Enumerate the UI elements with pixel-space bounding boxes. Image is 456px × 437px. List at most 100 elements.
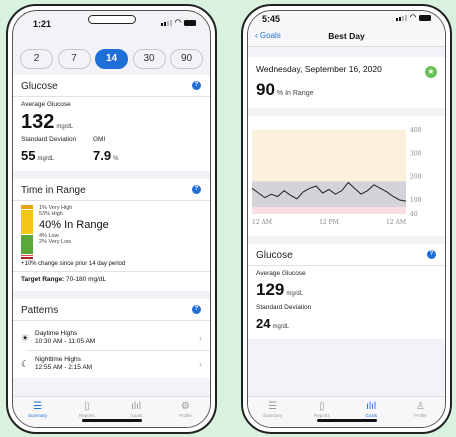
gmi-label: GMI (93, 136, 106, 143)
document-icon: ▯ (84, 401, 90, 412)
list-icon: ☰ (268, 401, 278, 412)
person-icon: ♙ (415, 401, 425, 412)
battery-icon (419, 15, 431, 21)
info-icon[interactable]: ? (427, 250, 436, 259)
info-icon[interactable]: ? (192, 185, 201, 194)
tab-profile[interactable]: ⚙ Profile (169, 401, 201, 427)
sd-value: 24 (256, 316, 271, 331)
glucose-card: Glucose ? Average Glucose 129 mg/dL Stand… (248, 244, 445, 339)
tir-stacked-bar (21, 205, 33, 259)
best-day-date: Wednesday, September 16, 2020 (256, 64, 382, 74)
range-2[interactable]: 2 (20, 49, 53, 69)
sd-label: Standard Deviation (21, 136, 77, 143)
tab-reports[interactable]: ▯ Reports (306, 401, 338, 427)
range-90[interactable]: 90 (170, 49, 203, 69)
status-time: 1:21 (33, 19, 52, 29)
chevron-right-icon: › (199, 333, 202, 343)
tab-bar: ☰ Summary ▯ Reports ılıl Goals ⚙ Profile (13, 396, 210, 427)
range-7[interactable]: 7 (57, 49, 91, 69)
range-30[interactable]: 30 (132, 49, 166, 69)
y-tick-label: 300 (410, 150, 422, 157)
chevron-right-icon: › (199, 359, 202, 369)
tir-change: +10% change since prior 14 day period (21, 261, 126, 267)
list-icon: ☰ (33, 401, 43, 412)
gmi-unit: % (113, 156, 119, 162)
gmi-value: 7.9 (93, 148, 112, 163)
x-tick-label: 12 AM (386, 219, 406, 226)
high-band (252, 130, 406, 182)
time-in-range-card: Time in Range ? 1% Very High 53% High 40… (13, 179, 210, 291)
glucose-title: Glucose (256, 250, 293, 261)
cell-signal-icon (395, 15, 407, 21)
phone-summary: 1:21 ◠ 2 7 14 30 90 Glucose ? Average Gl… (6, 4, 217, 434)
x-tick-label: 12 PM (319, 219, 339, 226)
tir-segment-high (21, 208, 33, 235)
summary-screen: 1:21 ◠ 2 7 14 30 90 Glucose ? Average Gl… (12, 10, 211, 428)
tab-reports[interactable]: ▯ Reports (71, 401, 103, 427)
tab-goals[interactable]: ılıl Goals (120, 401, 152, 427)
award-icon: ★ (425, 66, 437, 78)
best-day-card: Wednesday, September 16, 2020 ★ 90% In R… (248, 57, 445, 108)
in-range-label: % In Range (276, 90, 314, 97)
sun-icon: ☀ (21, 332, 30, 343)
info-icon[interactable]: ? (192, 305, 201, 314)
y-tick-label: 100 (410, 197, 422, 204)
tab-profile[interactable]: ♙ Profile (404, 401, 436, 427)
gear-icon: ⚙ (180, 401, 190, 412)
patterns-title: Patterns (21, 305, 59, 316)
tab-summary[interactable]: ☰ Summary (22, 401, 54, 427)
home-indicator (81, 419, 142, 422)
pattern-row-nighttime[interactable]: ☾ Nighttime Highs 12:55 AM - 2:15 AM › (21, 351, 202, 376)
home-indicator (316, 419, 377, 422)
pattern-time: 12:55 AM - 2:15 AM (35, 364, 93, 371)
tab-bar: ☰ Summary ▯ Reports ılıl Goals ♙ Profile (248, 396, 445, 427)
info-icon[interactable]: ? (192, 81, 201, 90)
glucose-chart-card: 400 300 200 100 40 12 AM 12 PM 12 AM (248, 116, 445, 236)
avg-glucose-value: 129 (256, 280, 285, 299)
nav-bar: ‹ Goals Best Day (248, 25, 445, 47)
document-icon: ▯ (319, 401, 325, 412)
tir-high: 53% High (39, 211, 63, 217)
x-tick-label: 12 AM (252, 219, 272, 226)
moon-icon: ☾ (21, 358, 30, 369)
status-bar: 1:21 ◠ (13, 11, 210, 35)
status-time: 5:45 (262, 14, 281, 24)
glucose-card: Glucose ? Average Glucose 132 mg/dL Stand… (13, 75, 210, 171)
y-tick-label: 200 (410, 174, 422, 181)
wifi-icon: ◠ (409, 14, 416, 21)
sd-unit: mg/dL (272, 324, 290, 330)
in-range-value: 90 (256, 80, 275, 99)
tab-summary[interactable]: ☰ Summary (257, 401, 289, 427)
patterns-card: Patterns ? ☀ Daytime Highs 10:30 AM - 11:… (13, 299, 210, 378)
target-range-label: Target Range: (21, 276, 65, 283)
tir-segment-very-low (21, 256, 33, 259)
phone-best-day: 5:45 ◠ ‹ Goals Best Day Wednesday, Septe… (241, 4, 452, 434)
pattern-name: Nighttime Highs (35, 356, 81, 363)
tab-goals[interactable]: ılıl Goals (355, 401, 387, 427)
best-day-screen: 5:45 ◠ ‹ Goals Best Day Wednesday, Septe… (247, 10, 446, 428)
range-selector: 2 7 14 30 90 (13, 49, 210, 69)
avg-glucose-value: 132 (21, 111, 55, 133)
pattern-name: Daytime Highs (35, 330, 78, 337)
bar-chart-icon: ılıl (366, 401, 377, 412)
bar-chart-icon: ılıl (131, 401, 142, 412)
range-14[interactable]: 14 (95, 49, 128, 69)
tir-very-low: 2% Very Low (39, 239, 72, 245)
avg-glucose-label: Average Glucose (256, 270, 306, 277)
tir-in-range: 40% In Range (39, 219, 109, 231)
pattern-row-daytime[interactable]: ☀ Daytime Highs 10:30 AM - 11:05 AM › (21, 325, 202, 350)
nav-title: Best Day (328, 31, 365, 41)
sd-value: 55 (21, 148, 36, 163)
status-bar: 5:45 ◠ (248, 11, 445, 25)
target-band (252, 181, 406, 207)
tir-title: Time in Range (21, 185, 86, 196)
low-band (252, 207, 406, 214)
target-range-value: 70-180 mg/dL (66, 276, 107, 283)
sd-unit: mg/dL (37, 156, 55, 162)
y-tick-label: 400 (410, 127, 422, 134)
glucose-title: Glucose (21, 81, 58, 92)
y-tick-label: 40 (410, 211, 418, 218)
glucose-chart: 400 300 200 100 40 12 AM 12 PM 12 AM (251, 127, 422, 226)
sd-label: Standard Deviation (256, 304, 312, 311)
wifi-icon: ◠ (174, 19, 181, 26)
